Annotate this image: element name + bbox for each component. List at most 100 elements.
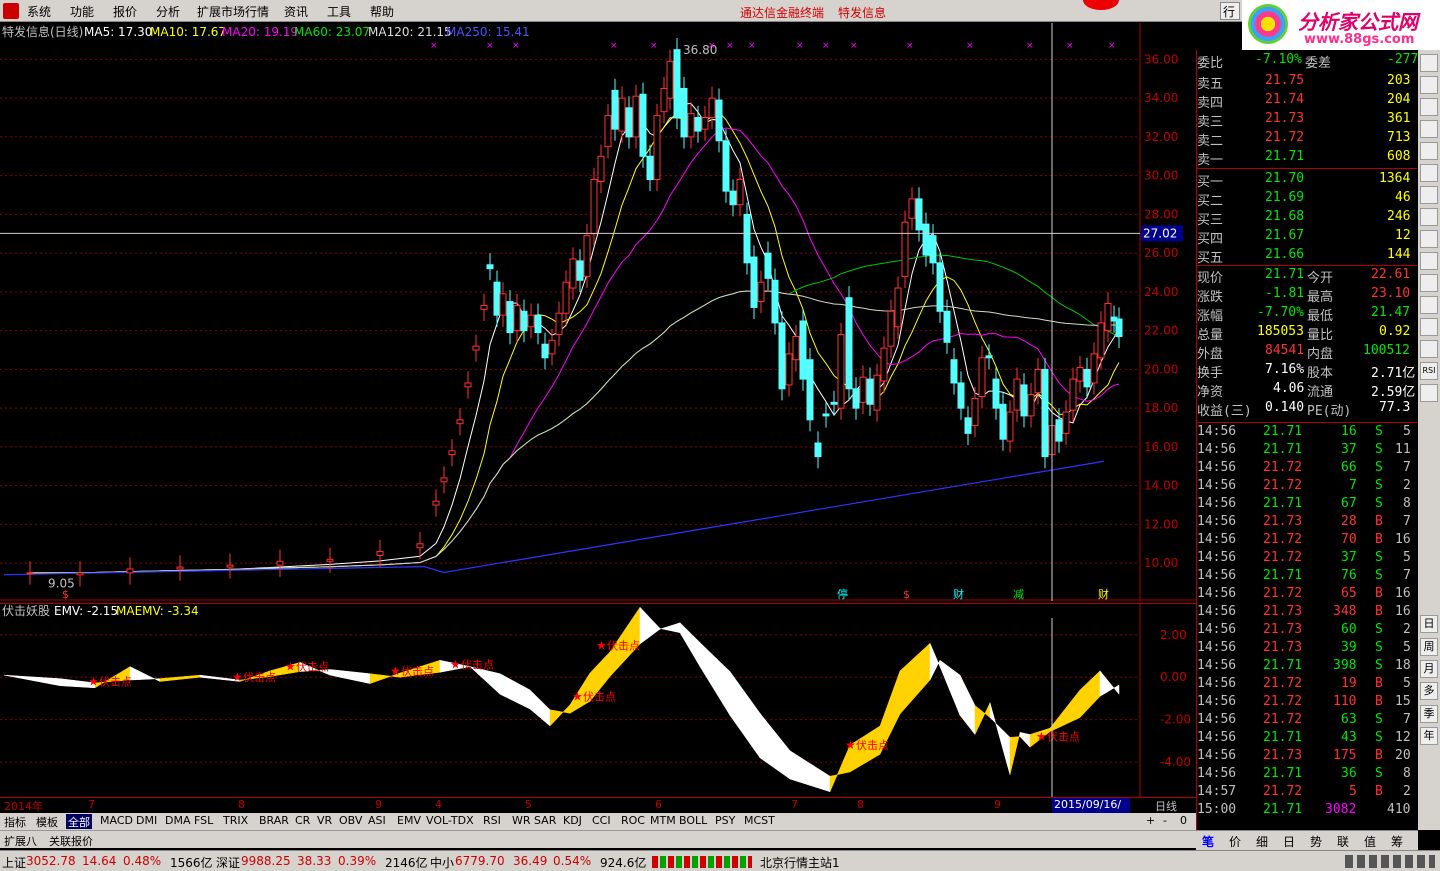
indicator-tab[interactable]: VOL-TDX xyxy=(424,814,476,829)
tick-price: 21.72 xyxy=(1263,676,1303,691)
indicator-tab[interactable]: MTM xyxy=(648,814,678,829)
indicator-tab[interactable]: PSY xyxy=(713,814,737,829)
indicator-tab[interactable]: CCI xyxy=(590,814,613,829)
period-button[interactable]: 季 xyxy=(1420,705,1438,723)
ticks-divider xyxy=(1197,422,1417,423)
menu-quote[interactable]: 报价 xyxy=(113,3,137,20)
period-button[interactable]: 周 xyxy=(1420,638,1438,656)
menu-bar: 系统 功能 报价 分析 扩展市场行情 资讯 工具 帮助 通达信金融终端 特发信息… xyxy=(0,0,1440,22)
indicator-tab[interactable]: OBV xyxy=(337,814,364,829)
indicator-tab[interactable]: SAR xyxy=(532,814,558,829)
tick-count: 15 xyxy=(1395,694,1411,709)
toolbar-tool-icon[interactable] xyxy=(1420,142,1438,160)
toolbar-tool-icon[interactable] xyxy=(1420,54,1438,72)
toolbar-tool-icon[interactable] xyxy=(1420,164,1438,182)
toolbar-tool-icon[interactable] xyxy=(1420,340,1438,358)
toolbar-tool-icon[interactable] xyxy=(1420,186,1438,204)
zoom-control-button[interactable]: + xyxy=(1146,814,1155,827)
indicator-tab[interactable]: EMV xyxy=(395,814,423,829)
toolbar-tool-icon[interactable] xyxy=(1420,76,1438,94)
label: 最高 xyxy=(1307,290,1334,305)
menu-help[interactable]: 帮助 xyxy=(370,3,394,20)
ext-tab-eight[interactable]: 扩展八 xyxy=(4,833,37,849)
ext-tab-related-quote[interactable]: 关联报价 xyxy=(49,833,93,849)
indicator-tab[interactable]: MACD xyxy=(98,814,135,829)
indicator-tab[interactable]: TRIX xyxy=(221,814,250,829)
toolbar-tool-icon[interactable] xyxy=(1420,120,1438,138)
indicator-tab[interactable]: BRAR xyxy=(257,814,291,829)
event-marker: 财 xyxy=(1098,587,1109,601)
tick-count: 2 xyxy=(1403,478,1411,493)
zoom-control-button[interactable]: 0 xyxy=(1180,814,1187,827)
indicator-tab[interactable]: MCST xyxy=(742,814,777,829)
indicator-tab[interactable]: CR xyxy=(293,814,312,829)
indicator-tab[interactable]: 指标 xyxy=(2,814,28,829)
period-button[interactable]: 月 xyxy=(1420,660,1438,678)
menu-extended-market[interactable]: 扩展市场行情 xyxy=(197,3,269,20)
menu-analysis[interactable]: 分析 xyxy=(156,3,180,20)
toolbar-tool-icon[interactable] xyxy=(1420,384,1438,402)
indicator-tab[interactable]: 全部 xyxy=(66,814,92,829)
period-button[interactable]: 年 xyxy=(1420,727,1438,745)
candle-body xyxy=(830,401,838,405)
toolbar-tool-icon[interactable] xyxy=(1420,252,1438,270)
price: 21.69 xyxy=(1265,190,1305,205)
period-button[interactable]: 日 xyxy=(1420,615,1438,633)
price-chart[interactable]: 36.00 34.00 32.00 30.00 28.00 26.00 24.00 22.00… xyxy=(0,23,1196,601)
zx-index-label[interactable]: 中小 xyxy=(430,854,454,871)
sz-index-label[interactable]: 深证 xyxy=(216,854,240,871)
indicator-tab[interactable]: WR xyxy=(510,814,533,829)
toolbar-tool-icon[interactable] xyxy=(1420,208,1438,226)
quote-tab[interactable]: 日 xyxy=(1283,833,1295,850)
toolbar-tool-icon[interactable] xyxy=(1420,98,1438,116)
quote-tab[interactable]: 势 xyxy=(1310,833,1322,850)
server-label[interactable]: 北京行情主站1 xyxy=(760,854,840,871)
indicator-tab[interactable]: RSI xyxy=(481,814,503,829)
candle-body xyxy=(534,314,542,334)
label: 委差 xyxy=(1305,56,1332,71)
indicator-tab[interactable]: 模板 xyxy=(34,814,60,829)
quote-tab[interactable]: 值 xyxy=(1364,833,1376,850)
indicator-tab[interactable]: BOLL xyxy=(677,814,709,829)
candle-body xyxy=(1062,411,1070,434)
quote-tab[interactable]: 笔 xyxy=(1202,833,1214,850)
quote-tab[interactable]: 行 xyxy=(1220,2,1240,20)
menu-system[interactable]: 系统 xyxy=(27,3,51,20)
signal-cross-icon: × xyxy=(748,41,756,51)
indicator-tab[interactable]: DMA xyxy=(163,814,193,829)
quote-tab[interactable]: 细 xyxy=(1256,833,1268,850)
month-label: 7 xyxy=(88,798,95,811)
brand-url[interactable]: www.88gs.com xyxy=(1304,32,1414,47)
quote-tab[interactable]: 价 xyxy=(1229,833,1241,850)
quote-tab[interactable]: 联 xyxy=(1337,833,1349,850)
quote-tab[interactable]: 筹 xyxy=(1391,833,1403,850)
menu-tools[interactable]: 工具 xyxy=(327,3,351,20)
indicator-tab[interactable]: KDJ xyxy=(561,814,584,829)
toolbar-tool-icon[interactable] xyxy=(1420,318,1438,336)
label: 买四 xyxy=(1197,232,1224,247)
indicator-tab[interactable]: ASI xyxy=(366,814,388,829)
period-button[interactable]: 多 xyxy=(1420,682,1438,700)
tick-count: 5 xyxy=(1403,676,1411,691)
indicator-chart[interactable]: 2.00 0.00 -2.00 -4.00 伏击妖股 EMV: -2.15MAEMV: -… xyxy=(0,603,1196,798)
menu-news[interactable]: 资讯 xyxy=(284,3,308,20)
toolbar-tool-icon[interactable] xyxy=(1420,230,1438,248)
close-icon[interactable] xyxy=(1083,0,1119,10)
value: 21.71 xyxy=(1265,267,1305,282)
candle-body xyxy=(527,314,535,328)
month-label: 4 xyxy=(435,798,442,811)
indicator-tab[interactable]: VR xyxy=(315,814,334,829)
indicator-tab[interactable]: FSL xyxy=(192,814,215,829)
toolbar-tool-icon[interactable] xyxy=(1420,296,1438,314)
tick-count: 16 xyxy=(1395,604,1411,619)
period-label[interactable]: 日线 xyxy=(1155,798,1177,814)
bid-row: 买二 21.69 46 xyxy=(1197,189,1417,209)
sh-index-label[interactable]: 上证 xyxy=(2,854,26,871)
candle-body xyxy=(611,89,619,130)
indicator-tab[interactable]: DMI xyxy=(134,814,159,829)
indicator-tab[interactable]: ROC xyxy=(619,814,647,829)
toolbar-tool-icon[interactable] xyxy=(1420,274,1438,292)
period-button[interactable]: RSI xyxy=(1420,362,1438,380)
menu-function[interactable]: 功能 xyxy=(70,3,94,20)
zoom-control-button[interactable]: - xyxy=(1163,814,1167,827)
